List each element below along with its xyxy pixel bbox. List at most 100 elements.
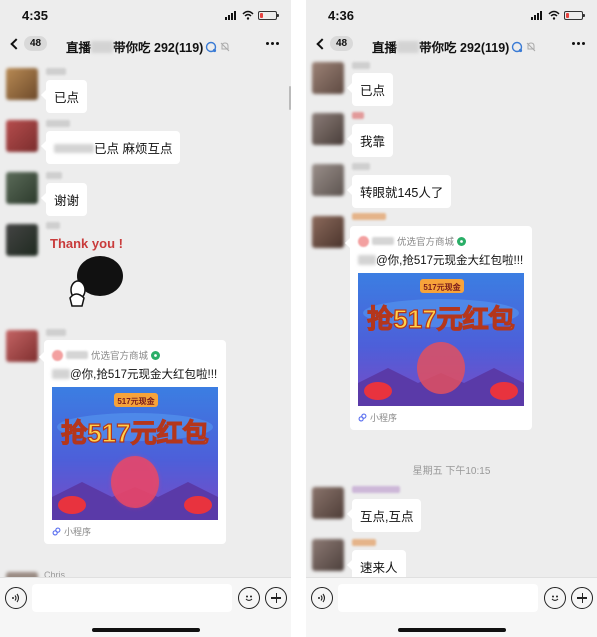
chat-header: 48 直播 带你吃 292(119) <box>306 30 597 62</box>
phone-left: 4:35 48 直播 带你吃 292(119) 已点 已点 麻烦互点 谢谢 Th… <box>0 0 291 637</box>
voice-button[interactable] <box>5 587 27 609</box>
shop-logo <box>358 235 369 247</box>
battery-icon <box>258 10 279 20</box>
banner-top-text: 517元现金 <box>117 396 155 406</box>
shop-name-blurred <box>372 237 394 245</box>
chat-title[interactable]: 直播 带你吃 292(119) <box>66 37 257 56</box>
message-bubble: 我靠 <box>346 124 394 157</box>
status-icon <box>512 41 523 52</box>
card-footer: 小程序 <box>52 525 218 538</box>
card-message: @你,抢517元现金大红包啦!!! <box>358 254 524 269</box>
sticker-text: Thank you ! <box>50 236 123 251</box>
message-bubble: 转眼就145人了 <box>346 175 452 208</box>
back-button[interactable]: 48 <box>8 36 48 51</box>
nickname-blurred <box>352 112 364 119</box>
message-bubble: 谢谢 <box>40 183 88 216</box>
nickname-blurred <box>352 486 400 493</box>
avatar[interactable] <box>6 172 38 204</box>
avatar[interactable] <box>6 68 38 100</box>
signal-icon <box>225 10 238 20</box>
nickname-blurred <box>352 213 386 220</box>
voice-button[interactable] <box>311 587 333 609</box>
message-bubble: 互点,互点 <box>346 499 422 532</box>
message-input[interactable] <box>32 584 232 612</box>
mini-program-icon <box>52 527 61 536</box>
message-input[interactable] <box>338 584 538 612</box>
verified-icon <box>457 236 467 246</box>
mini-program-card[interactable]: 优选官方商城 @你,抢517元现金大红包啦!!! 517元现金 抢517元红包 <box>39 340 226 544</box>
avatar[interactable] <box>312 62 344 94</box>
card-source: 优选官方商城 <box>91 351 149 362</box>
card-footer: 小程序 <box>358 411 524 424</box>
nickname-blurred <box>46 68 66 75</box>
input-bar <box>306 577 597 637</box>
nickname-blurred <box>46 120 70 127</box>
more-dots-icon[interactable] <box>266 42 279 45</box>
avatar[interactable] <box>6 224 38 256</box>
system-icons <box>225 10 279 20</box>
message-bubble: 已点 <box>40 80 88 113</box>
plus-icon[interactable] <box>571 587 593 609</box>
card-source: 优选官方商城 <box>397 237 455 248</box>
nickname-blurred <box>46 222 60 229</box>
input-bar <box>0 577 291 637</box>
unread-count-badge: 48 <box>24 36 48 51</box>
message-bubble: 已点 <box>346 73 394 106</box>
banner-main-text: 抢517元红包 <box>367 304 514 334</box>
card-banner-image: 517元现金 抢517元红包 <box>52 387 218 520</box>
voice-icon <box>12 593 20 603</box>
emoji-button[interactable] <box>544 587 566 609</box>
emoji-button[interactable] <box>238 587 260 609</box>
battery-icon <box>564 10 585 20</box>
status-bar: 4:35 <box>0 0 291 30</box>
more-dots-icon[interactable] <box>572 42 585 45</box>
avatar[interactable] <box>312 216 344 248</box>
mini-program-icon <box>358 413 367 422</box>
voice-icon <box>318 593 326 603</box>
chat-header: 48 直播 带你吃 292(119) <box>0 30 291 62</box>
mute-bell-icon <box>220 41 230 51</box>
card-footer-label: 小程序 <box>64 527 92 537</box>
mini-program-card[interactable]: 优选官方商城 @你,抢517元现金大红包啦!!! 517元现金 抢517元红包 <box>345 226 532 430</box>
card-header: 优选官方商城 <box>358 234 524 248</box>
avatar[interactable] <box>312 487 344 519</box>
back-chevron-icon <box>316 37 328 50</box>
avatar[interactable] <box>312 539 344 571</box>
sender-blurred <box>52 369 70 379</box>
card-message: @你,抢517元现金大红包啦!!! <box>52 368 218 383</box>
nickname-blurred <box>46 172 62 179</box>
chat-title[interactable]: 直播 带你吃 292(119) <box>372 37 563 56</box>
plus-icon[interactable] <box>265 587 287 609</box>
sticker-image <box>69 256 123 307</box>
scrollbar[interactable] <box>289 86 291 110</box>
emoji-icon <box>245 595 253 602</box>
banner-top-text: 517元现金 <box>423 282 461 292</box>
chat-title-suffix: 带你吃 292(119) <box>113 41 204 55</box>
avatar[interactable] <box>6 120 38 152</box>
phone-right: 4:36 48 直播 带你吃 292(119) 已点 我靠 转眼就145人了 优… <box>306 0 597 637</box>
message-timestamp: 星期五 下午10:15 <box>412 466 491 477</box>
system-icons <box>531 10 585 20</box>
status-time: 4:35 <box>22 8 49 23</box>
signal-icon <box>531 10 544 20</box>
avatar[interactable] <box>6 330 38 362</box>
wifi-icon <box>242 10 254 20</box>
chat-title-prefix: 直播 <box>66 41 92 55</box>
message-bubble: 已点 麻烦互点 <box>40 131 181 164</box>
avatar[interactable] <box>312 113 344 145</box>
home-indicator <box>91 628 200 632</box>
back-button[interactable]: 48 <box>314 36 354 51</box>
card-message-text: @你,抢517元现金大红包啦!!! <box>376 255 524 267</box>
title-blurred-text <box>397 40 420 53</box>
avatar[interactable] <box>312 164 344 196</box>
screens: 4:35 48 直播 带你吃 292(119) 已点 已点 麻烦互点 谢谢 Th… <box>0 0 597 637</box>
shop-name-blurred <box>66 351 88 359</box>
sender-blurred <box>358 255 376 265</box>
card-header: 优选官方商城 <box>52 348 218 362</box>
chat-title-prefix: 直播 <box>372 41 398 55</box>
card-banner-image: 517元现金 抢517元红包 <box>358 273 524 406</box>
nickname-blurred <box>46 329 66 336</box>
status-bar: 4:36 <box>306 0 597 30</box>
mute-bell-icon <box>526 41 536 51</box>
mention-blurred <box>54 144 94 153</box>
